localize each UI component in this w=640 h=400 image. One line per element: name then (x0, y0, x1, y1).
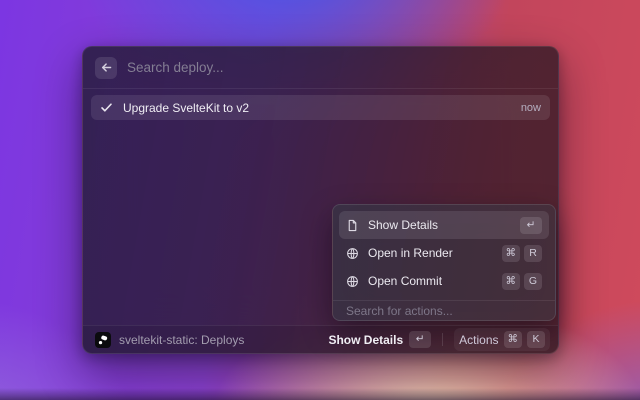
command-key-icon: ⌘ (501, 244, 520, 262)
actions-search-input[interactable] (346, 303, 542, 318)
command-palette-window: Upgrade SvelteKit to v2 now Show Details… (82, 46, 559, 354)
k-key: K (527, 331, 545, 348)
globe-icon (346, 275, 359, 288)
primary-action-label[interactable]: Show Details (328, 333, 403, 347)
return-key-icon: ↵ (409, 331, 432, 348)
check-icon (100, 101, 113, 114)
search-input[interactable] (127, 60, 546, 75)
menu-item-label: Show Details (368, 218, 439, 232)
shortcut-keys: ⌘ G (501, 272, 542, 290)
r-key: R (524, 244, 542, 262)
menu-item-show-details[interactable]: Show Details ↵ (339, 211, 549, 239)
return-key-icon: ↵ (520, 216, 542, 234)
shortcut-keys: ⌘ R (501, 244, 542, 262)
status-actions: Show Details ↵ Actions ⌘ K (328, 328, 550, 351)
actions-button-label: Actions (459, 332, 499, 347)
desktop-background: { "window": { "search": { "placeholder":… (0, 0, 640, 400)
menu-item-open-in-render[interactable]: Open in Render ⌘ R (339, 239, 549, 267)
actions-button[interactable]: Actions ⌘ K (454, 328, 550, 351)
list-item-deploy[interactable]: Upgrade SvelteKit to v2 now (91, 95, 550, 120)
arrow-left-icon (100, 61, 113, 74)
app-chip: sveltekit-static: Deploys (95, 331, 245, 348)
menu-item-open-commit[interactable]: Open Commit ⌘ G (339, 267, 549, 295)
menu-item-label: Open in Render (368, 246, 453, 260)
status-bar: sveltekit-static: Deploys Show Details ↵… (83, 325, 558, 353)
search-bar (83, 47, 558, 89)
context-label: sveltekit-static: Deploys (119, 332, 245, 347)
menu-item-label: Open Commit (368, 274, 443, 288)
render-logo-icon (95, 331, 111, 348)
document-icon (346, 219, 359, 232)
shortcut-keys: ↵ (520, 216, 542, 234)
actions-search-row (339, 301, 549, 320)
divider (442, 333, 444, 346)
back-button[interactable] (95, 56, 117, 79)
command-key-icon: ⌘ (501, 272, 520, 290)
command-key-icon: ⌘ (503, 331, 522, 348)
actions-menu: Show Details ↵ Open in Render ⌘ R Open C… (332, 204, 556, 321)
globe-icon (346, 247, 359, 260)
deploy-title: Upgrade SvelteKit to v2 (123, 100, 250, 115)
g-key: G (524, 272, 542, 290)
deploy-timestamp: now (520, 101, 541, 114)
